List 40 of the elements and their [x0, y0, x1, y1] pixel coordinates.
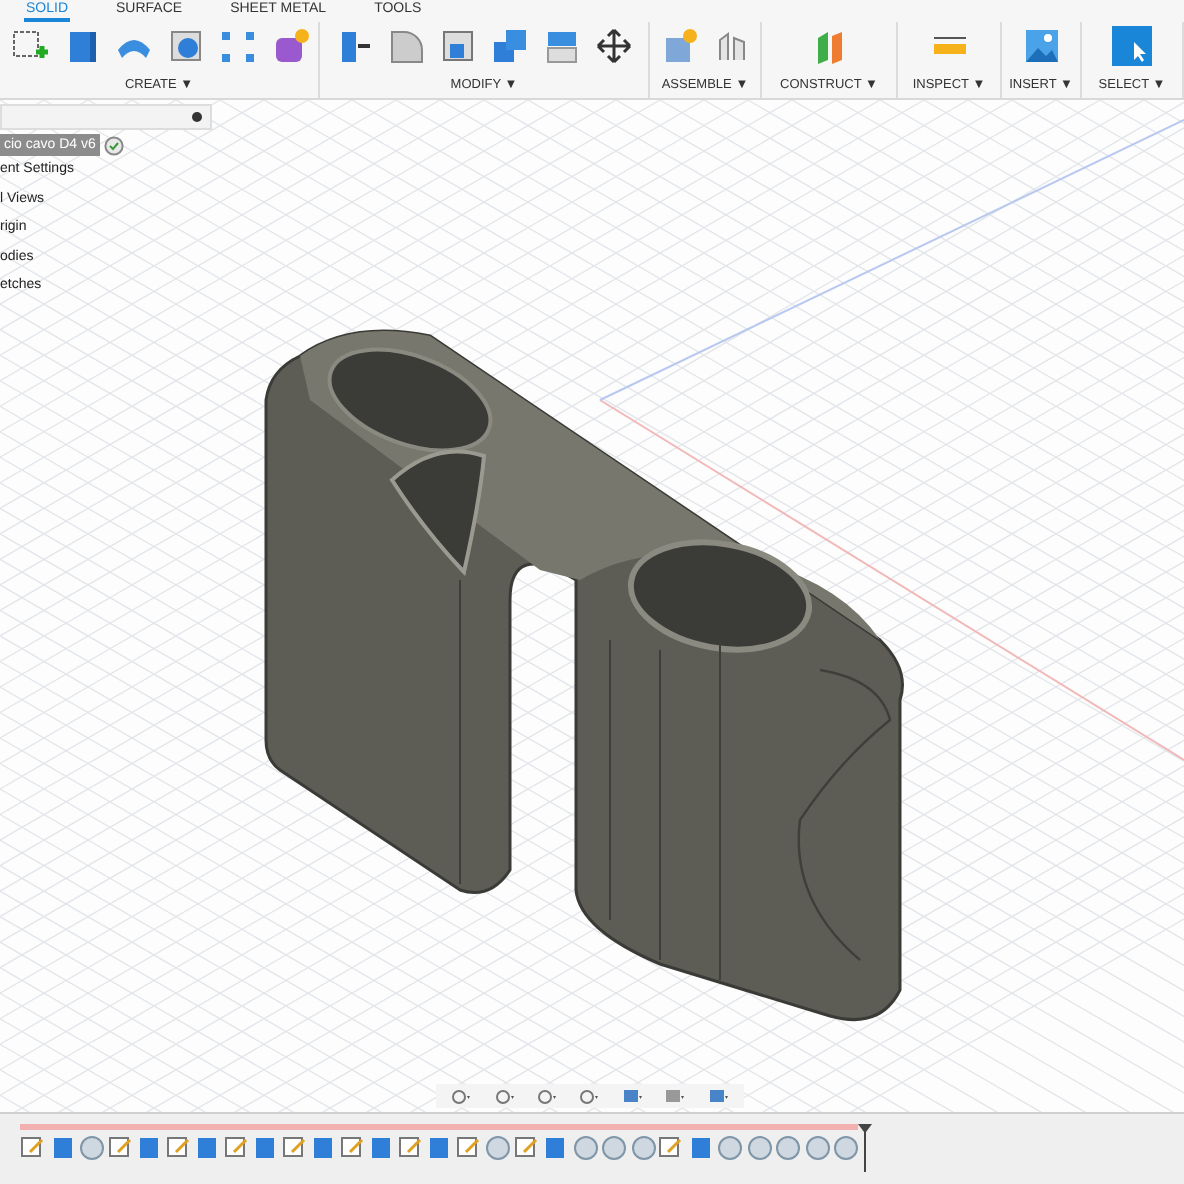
sketch-feature-icon[interactable] [165, 1134, 191, 1160]
fillet-icon[interactable] [386, 26, 426, 66]
combine-icon[interactable] [490, 26, 530, 66]
sketch-feature-icon[interactable] [658, 1134, 684, 1160]
sketch-feature-icon[interactable] [397, 1134, 423, 1160]
split-body-icon[interactable] [542, 26, 582, 66]
hole-cube-icon[interactable] [165, 26, 205, 66]
fillet-feature-icon[interactable] [629, 1134, 655, 1160]
pattern-icon[interactable] [217, 26, 257, 66]
sketch-feature-icon[interactable] [455, 1134, 481, 1160]
fillet-feature-icon[interactable] [571, 1134, 597, 1160]
display-icon[interactable] [621, 1087, 644, 1105]
shell-icon[interactable] [438, 26, 478, 66]
extrude-feature-icon[interactable] [136, 1134, 162, 1160]
fillet-feature-icon[interactable] [745, 1134, 771, 1160]
extrude-feature-icon[interactable] [426, 1134, 452, 1160]
fillet-feature-icon[interactable] [484, 1134, 510, 1160]
viewports-icon[interactable] [707, 1087, 730, 1105]
extrude-feature-icon[interactable] [310, 1134, 336, 1160]
extrude-feature-icon[interactable] [49, 1134, 75, 1160]
fillet-feature-icon[interactable] [716, 1134, 742, 1160]
sketch-feature-icon[interactable] [513, 1134, 539, 1160]
sketch-feature-icon[interactable] [281, 1134, 307, 1160]
extrude-feature-icon[interactable] [687, 1134, 713, 1160]
sketch-feature-icon[interactable] [339, 1134, 365, 1160]
fillet-feature-icon[interactable] [600, 1134, 626, 1160]
cursor-icon[interactable] [1112, 26, 1152, 66]
timeline-marker-icon[interactable] [858, 1124, 872, 1172]
fillet-feature-icon[interactable] [774, 1134, 800, 1160]
extrude-feature-icon[interactable] [368, 1134, 394, 1160]
extrude-feature-icon[interactable] [194, 1134, 220, 1160]
fillet-feature-icon[interactable] [803, 1134, 829, 1160]
sketch-feature-icon[interactable] [107, 1134, 133, 1160]
image-icon[interactable] [1021, 26, 1061, 66]
sketch-feature-icon[interactable] [20, 1134, 46, 1160]
extrude-feature-icon[interactable] [542, 1134, 568, 1160]
sketch-feature-icon[interactable] [223, 1134, 249, 1160]
fillet-feature-icon[interactable] [78, 1134, 104, 1160]
extrude-feature-icon[interactable] [252, 1134, 278, 1160]
move-icon[interactable] [594, 26, 634, 66]
